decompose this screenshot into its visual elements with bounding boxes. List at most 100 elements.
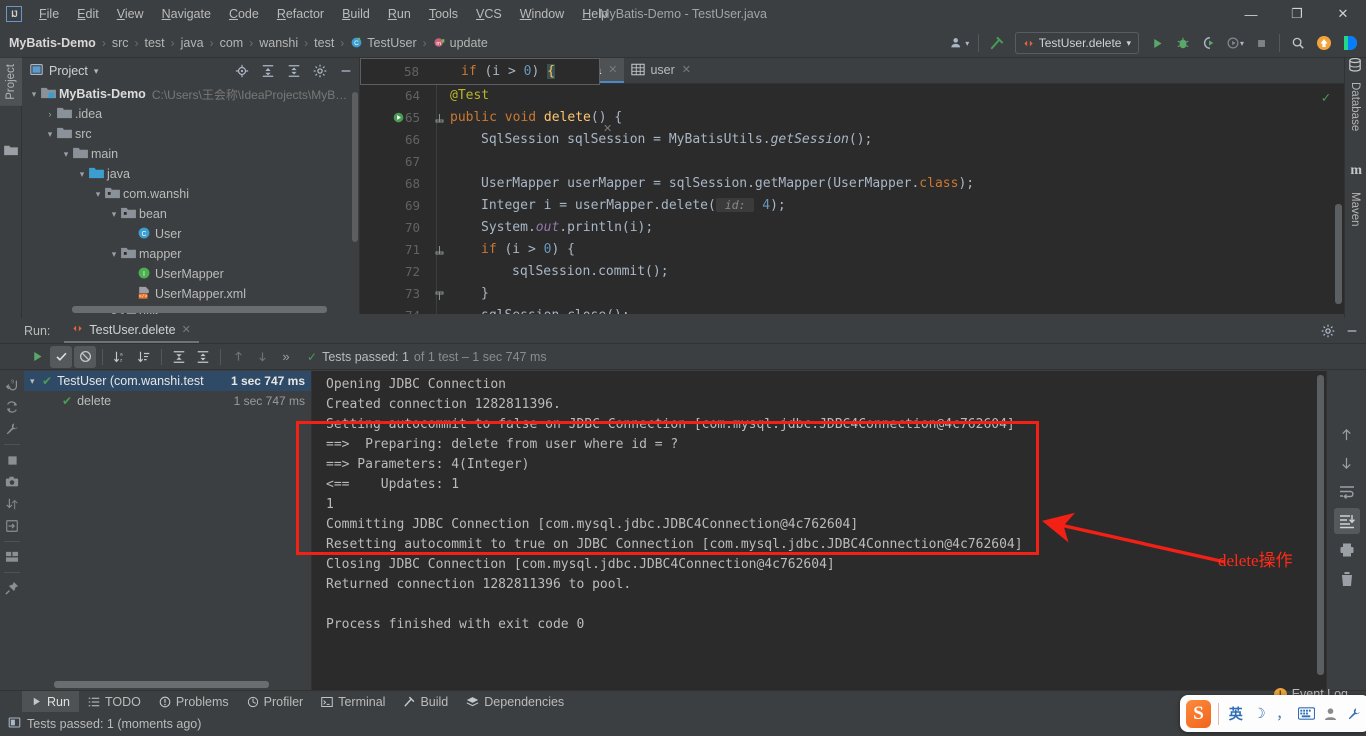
debug-icon[interactable] — [1171, 31, 1195, 55]
chevron-right-icon[interactable]: › — [44, 109, 56, 119]
code-line[interactable]: 64 @Test — [360, 84, 1344, 106]
breadcrumb-item-testuser[interactable]: C TestUser — [349, 34, 417, 52]
run-tab-testuser-delete[interactable]: TestUser.delete ✕ — [64, 318, 199, 343]
next-failed-test-icon[interactable] — [251, 346, 273, 368]
clear-all-icon[interactable] — [1334, 566, 1360, 592]
show-diff-icon[interactable] — [2, 494, 22, 514]
expand-all-icon[interactable] — [168, 346, 190, 368]
chevron-down-icon[interactable]: ▾ — [30, 376, 42, 387]
bottom-tab-profiler[interactable]: Profiler — [238, 691, 313, 713]
menu-item-tools[interactable]: Tools — [420, 3, 467, 25]
ime-keyboard-icon[interactable] — [1297, 701, 1317, 727]
rerun-failed-tests-icon[interactable]: 9 — [2, 375, 22, 395]
hide-panel-icon[interactable] — [336, 61, 356, 81]
project-tree-node-usermapper-xml[interactable]: </> UserMapper.xml — [22, 284, 359, 304]
bottom-tab-terminal[interactable]: Terminal — [312, 691, 394, 713]
sogou-logo-icon[interactable]: S — [1186, 699, 1212, 728]
menu-item-build[interactable]: Build — [333, 3, 379, 25]
print-icon[interactable] — [1334, 537, 1360, 563]
project-tree-node-src[interactable]: ▾ src — [22, 124, 359, 144]
menu-item-window[interactable]: Window — [511, 3, 573, 25]
search-everywhere-icon[interactable] — [1286, 31, 1310, 55]
code-line[interactable]: 72 sqlSession.commit(); — [360, 260, 1344, 282]
maximize-button[interactable]: ❐ — [1274, 0, 1320, 28]
bottom-tab-todo[interactable]: TODO — [79, 691, 150, 713]
code-line[interactable]: 66 SqlSession sqlSession = MyBatisUtils.g… — [360, 128, 1344, 150]
soft-wrap-icon[interactable] — [1334, 479, 1360, 505]
scroll-up-icon[interactable] — [1334, 421, 1360, 447]
update-project-icon[interactable] — [1312, 31, 1336, 55]
previous-failed-test-icon[interactable] — [227, 346, 249, 368]
scroll-to-end-icon[interactable] — [1333, 508, 1360, 534]
profile-icon[interactable]: ▾ — [1223, 31, 1247, 55]
scroll-down-icon[interactable] — [1334, 450, 1360, 476]
project-tree-node--idea[interactable]: › .idea — [22, 104, 359, 124]
breadcrumb-item-wanshi[interactable]: wanshi — [258, 34, 299, 52]
menu-item-help[interactable]: Help — [573, 3, 617, 25]
rerun-tests-icon[interactable] — [26, 346, 48, 368]
export-screenshot-icon[interactable] — [2, 472, 22, 492]
window-icon[interactable] — [8, 716, 21, 732]
menu-item-code[interactable]: Code — [220, 3, 268, 25]
breadcrumb-item-src[interactable]: src — [111, 34, 130, 52]
project-tree-node-user[interactable]: C User — [22, 224, 359, 244]
sticky-popup-close-icon[interactable]: ✕ — [603, 122, 612, 135]
project-tree-node-main[interactable]: ▾ main — [22, 144, 359, 164]
chevron-down-icon[interactable]: ▾ — [108, 209, 120, 220]
code-line[interactable]: 67 — [360, 150, 1344, 172]
code-line[interactable]: 74sqlSession.close(); — [360, 304, 1344, 315]
test-results-tree[interactable]: ▾ ✔ TestUser (com.wanshi.test 1 sec 747 ms ✔… — [24, 371, 312, 690]
stop-icon[interactable] — [1249, 31, 1273, 55]
run-with-coverage-icon[interactable] — [1197, 31, 1221, 55]
build-hammer-icon[interactable] — [985, 31, 1009, 55]
collapse-all-icon[interactable] — [284, 61, 304, 81]
code-line[interactable]: 69 Integer i = userMapper.delete( id: 4); — [360, 194, 1344, 216]
bottom-tab-problems[interactable]: Problems — [150, 691, 238, 713]
menu-item-run[interactable]: Run — [379, 3, 420, 25]
close-button[interactable]: ✕ — [1320, 0, 1366, 28]
fold-end-icon[interactable] — [435, 289, 444, 304]
breadcrumb-item-test[interactable]: test — [144, 34, 166, 52]
close-icon[interactable]: ✕ — [682, 63, 691, 76]
test-tree-row[interactable]: ✔ delete 1 sec 747 ms — [24, 391, 311, 411]
code-line[interactable]: 73} — [360, 282, 1344, 304]
project-tree-node-usermapper[interactable]: I UserMapper — [22, 264, 359, 284]
breadcrumb-item-java[interactable]: java — [180, 34, 205, 52]
sidebar-item-maven[interactable]: Maven — [1344, 186, 1366, 233]
console-scrollbar[interactable] — [1317, 375, 1324, 675]
chevron-down-icon[interactable]: ▾ — [60, 149, 72, 160]
project-tree[interactable]: ▾ MyBatis-Demo C:\Users\王会称\IdeaProjects\M… — [22, 84, 359, 314]
fold-start-icon[interactable] — [435, 245, 444, 260]
chevron-down-icon[interactable]: ▾ — [92, 189, 104, 200]
chevron-down-icon[interactable]: ▾ — [28, 89, 40, 100]
menu-item-view[interactable]: View — [108, 3, 153, 25]
hide-panel-icon[interactable] — [1342, 321, 1362, 341]
fold-start-icon[interactable] — [435, 113, 444, 128]
menu-item-navigate[interactable]: Navigate — [153, 3, 220, 25]
console-output[interactable]: Opening JDBC Connection Created connectio… — [312, 371, 1326, 690]
show-passed-tests-icon[interactable] — [50, 345, 72, 368]
ime-tools-icon[interactable] — [1344, 701, 1364, 727]
run-icon[interactable] — [1145, 31, 1169, 55]
project-tree-node-mapper[interactable]: ▾ mapper — [22, 244, 359, 264]
run-configuration-selector[interactable]: TestUser.delete ▾ — [1014, 32, 1139, 54]
menu-item-file[interactable]: File — [30, 3, 68, 25]
breadcrumb-item-mybatis-demo[interactable]: MyBatis-Demo — [8, 34, 97, 52]
bottom-tab-dependencies[interactable]: Dependencies — [457, 691, 573, 713]
test-tree-row[interactable]: ▾ ✔ TestUser (com.wanshi.test 1 sec 747 ms — [24, 371, 311, 391]
test-tree-scrollbar-horizontal[interactable] — [54, 681, 269, 688]
project-tree-node-bean[interactable]: ▾ bean — [22, 204, 359, 224]
code-line[interactable]: 65 public void delete() { — [360, 106, 1344, 128]
breadcrumb-item-com[interactable]: com — [219, 34, 245, 52]
test-settings-wrench-icon[interactable] — [2, 419, 22, 439]
code-line[interactable]: 71 if (i > 0) { — [360, 238, 1344, 260]
code-line[interactable]: 70 System.out.println(i); — [360, 216, 1344, 238]
ime-punctuation-icon[interactable]: ， — [1273, 701, 1293, 727]
stop-icon[interactable] — [2, 450, 22, 470]
sidebar-item-database[interactable]: Database — [1344, 76, 1366, 137]
sort-alphabetically-icon[interactable]: az — [109, 346, 131, 368]
expand-all-icon[interactable] — [258, 61, 278, 81]
chevron-down-icon[interactable]: ▾ — [108, 249, 120, 260]
breadcrumb-item-test[interactable]: test — [313, 34, 335, 52]
user-settings-icon[interactable]: ▾ — [948, 31, 972, 55]
